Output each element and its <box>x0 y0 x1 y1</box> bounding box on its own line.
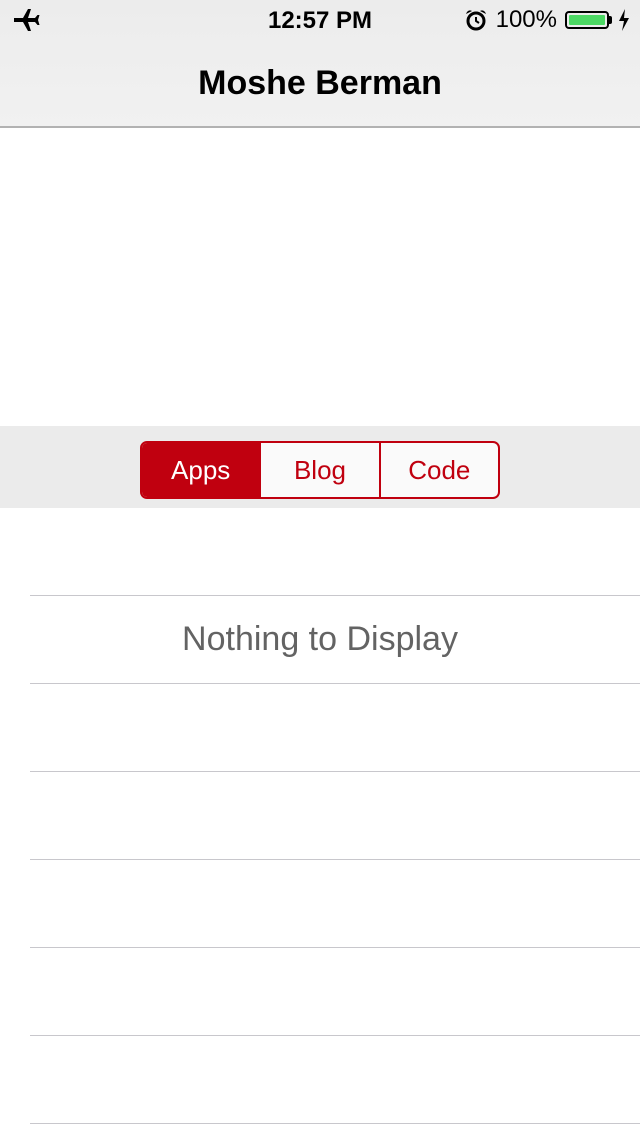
battery-nub <box>609 16 612 24</box>
row-separator <box>30 947 640 948</box>
segmented-control: Apps Blog Code <box>140 441 500 499</box>
bolt-icon <box>619 9 629 31</box>
row-separator <box>30 859 640 860</box>
segment-code[interactable]: Code <box>378 443 498 497</box>
alarm-clock-icon <box>465 10 486 31</box>
battery-level-fill <box>569 15 605 25</box>
status-bar: 12:57 PM 100% <box>0 0 640 40</box>
row-separator <box>30 771 640 772</box>
navigation-bar: 12:57 PM 100% Moshe Berman <box>0 0 640 128</box>
status-right-group: 100% <box>464 5 630 35</box>
page-title: Moshe Berman <box>198 64 442 102</box>
segment-blog[interactable]: Blog <box>259 443 378 497</box>
battery-percent: 100% <box>495 6 557 33</box>
row-separator <box>30 595 640 596</box>
empty-state-message: Nothing to Display <box>182 620 458 658</box>
row-separator <box>30 1035 640 1036</box>
row-separator <box>30 1123 640 1124</box>
row-separator <box>30 683 640 684</box>
segment-band: Apps Blog Code <box>0 426 640 508</box>
screen: 12:57 PM 100% Moshe Berman Apps Blog Cod… <box>0 0 640 1136</box>
segment-apps[interactable]: Apps <box>142 443 260 497</box>
battery-icon <box>565 11 609 29</box>
